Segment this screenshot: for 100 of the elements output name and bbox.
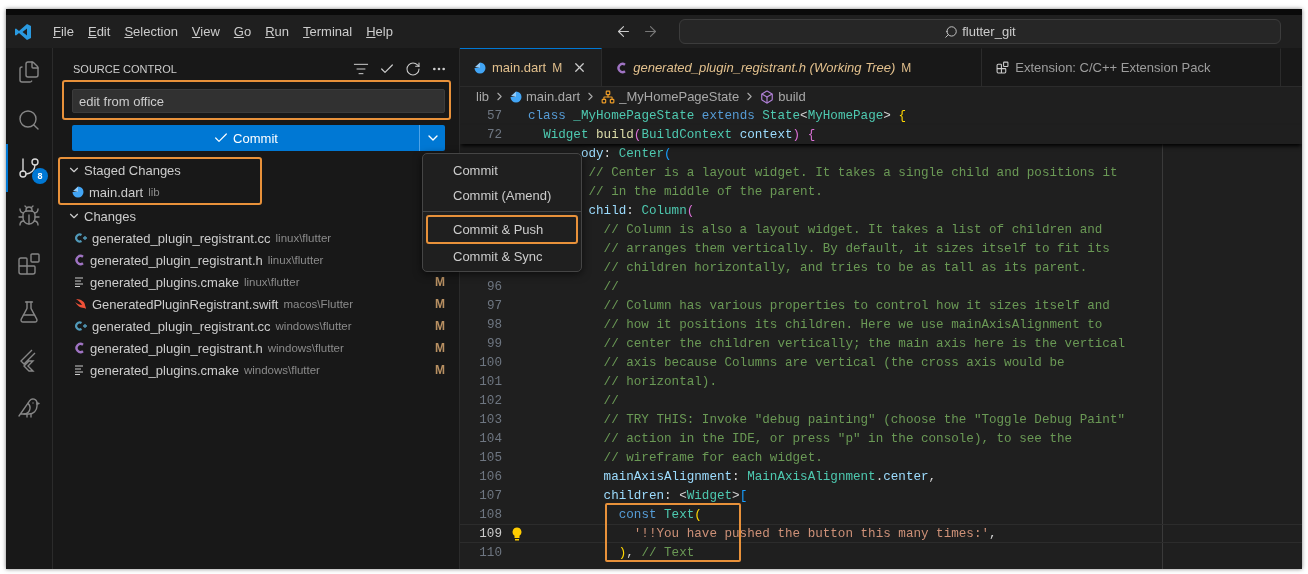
code-line: //: [603, 279, 619, 294]
line-number: 106: [478, 469, 502, 484]
dart-file-icon: [72, 186, 84, 198]
code-line: mainAxisAlignment: MainAxisAlignment.center,: [603, 469, 937, 484]
line-number: 101: [478, 374, 502, 389]
file-path: windows\flutter: [275, 320, 352, 332]
search-icon[interactable]: [17, 108, 41, 132]
group-label[interactable]: Staged Changes: [84, 162, 181, 178]
code-line: ody: Center(: [580, 146, 672, 161]
dart-file-icon: [510, 90, 522, 103]
file-name[interactable]: generated_plugin_registrant.h: [90, 252, 263, 268]
code-line: // in the middle of the parent.: [588, 184, 823, 199]
file-path: lib: [148, 186, 160, 198]
search-icon: [944, 24, 959, 39]
commit-message-field[interactable]: edit from office: [72, 89, 445, 113]
file-name[interactable]: main.dart: [89, 184, 144, 200]
code-line: // Column is also a layout widget. It takes a list of children and: [603, 222, 1103, 237]
code-line: Widget build(BuildContext context) {: [543, 127, 816, 142]
menu-item[interactable]: File: [46, 24, 81, 39]
menu-item[interactable]: Help: [359, 24, 400, 39]
line-number: 97: [485, 298, 502, 313]
cpp-file-icon: [74, 320, 87, 332]
menu-item[interactable]: View: [184, 24, 227, 39]
c-header-file-icon: [616, 61, 628, 74]
menu-item[interactable]: Selection: [117, 24, 185, 39]
breadcrumb-item[interactable]: lib: [476, 89, 489, 104]
lines-file-icon: [74, 365, 85, 375]
code-line: // center the children vertically; the main axis here is the vertical: [603, 336, 1126, 351]
file-name[interactable]: generated_plugins.cmake: [90, 362, 239, 378]
cpp-file-icon: [74, 232, 87, 244]
panel-title: SOURCE CONTROL: [73, 62, 178, 77]
line-number: 99: [485, 336, 502, 351]
lightbulb-icon[interactable]: [512, 527, 522, 541]
file-path: linux\flutter: [243, 276, 300, 288]
menu-item[interactable]: Commit (Amend): [423, 183, 581, 208]
line-number: 98: [485, 317, 502, 332]
file-path: macos\Flutter: [283, 298, 354, 310]
code-line: // Column has various properties to control how it sizes itself and: [603, 298, 1110, 313]
menu-item[interactable]: Edit: [80, 24, 118, 39]
line-number: 108: [478, 507, 502, 522]
file-name[interactable]: generated_plugins.cmake: [90, 274, 239, 290]
file-status: M: [435, 319, 445, 333]
extensions-icon[interactable]: [17, 252, 41, 276]
file-name[interactable]: generated_plugin_registrant.cc: [92, 318, 271, 334]
menu-item[interactable]: Commit & Sync: [423, 244, 581, 269]
view-list-icon[interactable]: [353, 61, 369, 77]
code-line: // arranges them vertically. By default, it sizes itself to fit its: [603, 241, 1110, 256]
line-number: 104: [478, 431, 502, 446]
code-line: const Text(: [618, 507, 702, 522]
commit-button[interactable]: Commit: [72, 125, 419, 151]
line-number: 57: [485, 108, 502, 123]
code-line: // axis because Columns are vertical (the cross axis would be: [603, 355, 1065, 370]
code-line: child: Column(: [588, 203, 695, 218]
line-number: 105: [478, 450, 502, 465]
code-line: // action in the IDE, or press "p" in the console), to see the: [603, 431, 1073, 446]
line-number: 96: [485, 279, 502, 294]
c-header-file-icon: [74, 254, 85, 266]
files-icon[interactable]: [17, 60, 41, 84]
file-name[interactable]: GeneratedPluginRegistrant.swift: [92, 296, 279, 312]
menu-item[interactable]: Terminal: [296, 24, 360, 39]
code-line: // how it positions its children. Here we use mainAxisAlignment to: [603, 317, 1103, 332]
file-status: M: [435, 363, 445, 377]
method-icon: [760, 89, 775, 104]
code-line: children: <Widget>[: [603, 488, 748, 503]
menu-item[interactable]: Commit & Push: [428, 217, 576, 242]
bird-icon[interactable]: [17, 396, 41, 420]
class-icon: [601, 89, 616, 104]
file-path: windows\flutter: [243, 364, 320, 376]
flask-icon[interactable]: [17, 300, 41, 324]
swift-bird-icon: [74, 298, 87, 310]
tab-status: M: [901, 60, 912, 75]
run-debug-icon[interactable]: [17, 204, 41, 228]
breadcrumb-item[interactable]: main.dart: [526, 89, 581, 104]
file-name[interactable]: generated_plugin_registrant.h: [90, 340, 263, 356]
breadcrumb-item[interactable]: _MyHomePageState: [619, 89, 740, 104]
file-path: linux\flutter: [275, 232, 332, 244]
file-path: linux\flutter: [267, 254, 324, 266]
code-line: // TRY THIS: Invoke "debug painting" (choose the "Toggle Debug Paint": [603, 412, 1126, 427]
line-number: 72: [485, 127, 502, 142]
search-field[interactable]: flutter_git: [678, 19, 1281, 44]
code-line: class _MyHomePageState extends State<MyHomePage> {: [528, 108, 906, 123]
editor-tab[interactable]: main.dart M: [460, 48, 603, 86]
refresh-icon[interactable]: [405, 61, 421, 77]
menu-item[interactable]: Run: [258, 24, 297, 39]
file-path: windows\flutter: [267, 342, 344, 354]
lines-file-icon: [74, 277, 85, 287]
activity-item[interactable]: 8: [6, 144, 50, 192]
file-name[interactable]: generated_plugin_registrant.cc: [92, 230, 271, 246]
dart-file-icon: [474, 61, 486, 74]
extensions-icon: [996, 61, 1010, 74]
tab-status: M: [552, 60, 563, 75]
menu-item[interactable]: Commit: [423, 158, 581, 183]
code-line: // wireframe for each widget.: [603, 450, 823, 465]
source-control-icon[interactable]: [17, 156, 41, 180]
group-label[interactable]: Changes: [84, 208, 137, 224]
menu-item[interactable]: Go: [226, 24, 259, 39]
breadcrumb-item[interactable]: build: [778, 89, 806, 104]
code-line: ), // Text: [618, 545, 695, 560]
code-line: //: [603, 393, 619, 408]
line-number: 103: [478, 412, 502, 427]
